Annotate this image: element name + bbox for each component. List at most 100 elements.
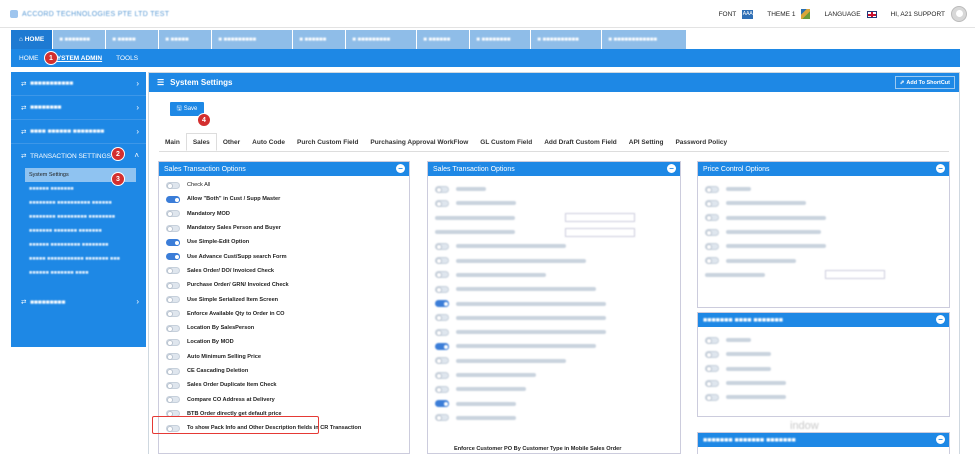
add-to-shortcut-button[interactable]: ⇗ Add To ShortCut (894, 76, 955, 89)
toggle[interactable] (435, 257, 449, 265)
toggle[interactable] (435, 385, 449, 393)
sidebar-item-transaction-settings[interactable]: ⇄ TRANSACTION SETTINGS ˄ (11, 144, 146, 168)
sidebar-item-label: TRANSACTION SETTINGS (30, 152, 111, 160)
toggle-switch[interactable] (166, 324, 180, 332)
tab-sales[interactable]: Sales (185, 133, 217, 151)
toggle[interactable] (705, 257, 719, 265)
toggle[interactable] (705, 185, 719, 193)
tab-module-9[interactable]: ■ ■■■■■■■■■■ (531, 30, 602, 49)
toggle[interactable] (435, 371, 449, 379)
subnav-system-admin[interactable]: SYSTEM ADMIN (53, 55, 103, 62)
collapse-icon[interactable]: − (936, 164, 945, 173)
collapse-icon[interactable]: − (396, 164, 405, 173)
toggle-switch[interactable] (166, 210, 180, 218)
toggle[interactable] (435, 328, 449, 336)
toggle[interactable] (435, 199, 449, 207)
toggle[interactable] (705, 228, 719, 236)
toggle[interactable] (705, 214, 719, 222)
sidebar-subitem[interactable]: ■■■■■■ ■■■■■■■■■ ■■■■■■■■ (11, 238, 146, 252)
toggle-switch[interactable] (166, 253, 180, 261)
subnav-home[interactable]: HOME (19, 55, 39, 62)
toggle[interactable] (705, 199, 719, 207)
sidebar-subitem[interactable]: ■■■■■■■■ ■■■■■■■■■■ ■■■■■■ (11, 196, 146, 210)
toggle-switch[interactable] (166, 195, 180, 203)
font-size-icon[interactable]: AAA (742, 9, 754, 19)
sidebar-subitem[interactable]: ■■■■■■■ ■■■■■■■ ■■■■■■■ (11, 224, 146, 238)
toggle[interactable] (705, 350, 719, 358)
toggle[interactable] (435, 314, 449, 322)
theme-icon[interactable] (801, 9, 811, 19)
avatar[interactable] (951, 6, 967, 22)
tab-auto-code[interactable]: Auto Code (246, 133, 291, 151)
sidebar-item-3[interactable]: ⇄ ■■■■ ■■■■■■ ■■■■■■■■ › (11, 120, 146, 144)
tab-add-draft-custom-field[interactable]: Add Draft Custom Field (538, 133, 623, 151)
toggle[interactable] (435, 414, 449, 422)
toggle[interactable] (435, 400, 449, 408)
option-row: Sales Order/ DO/ Invoiced Check (159, 264, 409, 278)
tab-module-10[interactable]: ■ ■■■■■■■■■■■■ (602, 30, 687, 49)
toggle-switch[interactable] (166, 338, 180, 346)
tab-password-policy[interactable]: Password Policy (669, 133, 733, 151)
toggle[interactable] (435, 271, 449, 279)
panel-title: Sales Transaction Options (433, 165, 515, 173)
company-logo[interactable]: ACCORD TECHNOLOGIES PTE LTD TEST (10, 7, 180, 21)
tab-module-6[interactable]: ■ ■■■■■■■■■ (346, 30, 417, 49)
tab-module-8[interactable]: ■ ■■■■■■■■ (470, 30, 531, 49)
uk-flag-icon[interactable] (866, 10, 877, 18)
toggle[interactable] (435, 342, 449, 350)
toggle-switch[interactable] (166, 281, 180, 289)
tab-main[interactable]: Main (159, 133, 186, 151)
toggle-switch[interactable] (166, 396, 180, 404)
tab-purch-custom-field[interactable]: Purch Custom Field (291, 133, 364, 151)
tab-gl-custom-field[interactable]: GL Custom Field (474, 133, 538, 151)
toggle-switch[interactable] (166, 296, 180, 304)
toggle-switch[interactable] (166, 267, 180, 275)
toggle[interactable] (705, 242, 719, 250)
toggle[interactable] (435, 357, 449, 365)
collapse-icon[interactable]: − (667, 164, 676, 173)
user-greeting[interactable]: HI, A21 SUPPORT (891, 11, 945, 18)
toggle-switch[interactable] (166, 353, 180, 361)
menu-icon[interactable]: ☰ (157, 78, 164, 87)
sidebar-subitem[interactable]: ■■■■■■■■ ■■■■■■■■■ ■■■■■■■■ (11, 210, 146, 224)
toggle[interactable] (435, 285, 449, 293)
option-label: Use Simple Serialized Item Screen (187, 296, 279, 303)
collapse-icon[interactable]: − (936, 315, 945, 324)
tab-module-2[interactable]: ■ ■■■■■ (106, 30, 159, 49)
toggle[interactable] (705, 336, 719, 344)
tab-purchasing-approval-workflow[interactable]: Purchasing Approval WorkFlow (364, 133, 474, 151)
toggle[interactable] (435, 242, 449, 250)
tab-module-7[interactable]: ■ ■■■■■■ (417, 30, 470, 49)
chevron-up-icon: ˄ (134, 151, 139, 160)
toggle-switch[interactable] (166, 381, 180, 389)
tab-module-5[interactable]: ■ ■■■■■■ (293, 30, 346, 49)
toggle-switch[interactable] (166, 367, 180, 375)
sidebar-subitem[interactable]: ■■■■■■ ■■■■■■■ (11, 182, 146, 196)
toggle[interactable] (705, 365, 719, 373)
sales-transaction-options-panel: Sales Transaction Options − Check All Allo… (158, 161, 410, 454)
toggle[interactable] (435, 300, 449, 308)
toggle[interactable] (705, 379, 719, 387)
toggle-switch[interactable] (166, 310, 180, 318)
sidebar-subitem[interactable]: ■■■■■■ ■■■■■■■ ■■■■ (11, 266, 146, 280)
sidebar-item-1[interactable]: ⇄ ■■■■■■■■■■■ › (11, 72, 146, 96)
chevron-right-icon: › (136, 127, 139, 136)
toggle[interactable] (435, 185, 449, 193)
toggle-switch[interactable] (166, 224, 180, 232)
toggle-switch[interactable] (166, 181, 180, 189)
sidebar-item-reporting[interactable]: ⇄ ■■■■■■■■■ › (11, 290, 146, 314)
subnav-tools[interactable]: TOOLS (116, 55, 138, 62)
tab-api-setting[interactable]: API Setting (623, 133, 670, 151)
sidebar-item-2[interactable]: ⇄ ■■■■■■■■ › (11, 96, 146, 120)
tab-module-1[interactable]: ■ ■■■■■■■ (53, 30, 106, 49)
tab-module-4[interactable]: ■ ■■■■■■■■■ (212, 30, 293, 49)
tab-other[interactable]: Other (217, 133, 246, 151)
tab-home[interactable]: ⌂ HOME (11, 30, 53, 49)
toggle-switch[interactable] (166, 238, 180, 246)
sidebar-subitem[interactable]: ■■■■■ ■■■■■■■■■■■ ■■■■■■■ ■■■ (11, 252, 146, 266)
shortcut-label: Add To ShortCut (906, 79, 950, 86)
tab-module-3[interactable]: ■ ■■■■■ (159, 30, 212, 49)
collapse-icon[interactable]: − (936, 435, 945, 444)
page-title: System Settings (170, 78, 233, 87)
toggle[interactable] (705, 393, 719, 401)
